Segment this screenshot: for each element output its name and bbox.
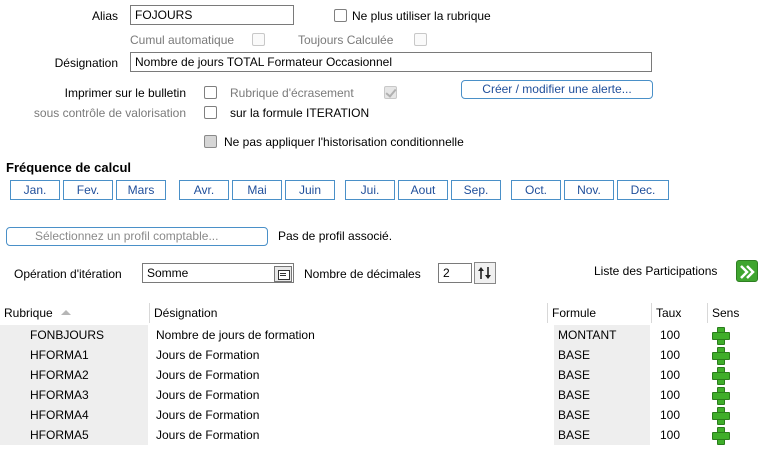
plus-icon[interactable]	[712, 427, 730, 445]
col-rubrique-header[interactable]: Rubrique	[0, 303, 150, 323]
col-formule-header[interactable]: Formule	[548, 303, 652, 323]
nombre-decimales-input[interactable]: 2	[438, 263, 472, 283]
cell-sens	[710, 365, 770, 385]
operation-iteration-value: Somme	[147, 266, 189, 280]
updown-spinner-icon[interactable]	[474, 262, 496, 284]
designation-input[interactable]: Nombre de jours TOTAL Formateur Occasion…	[130, 52, 652, 72]
cumul-automatique-label: Cumul automatique	[130, 33, 235, 47]
list-picker-icon[interactable]	[274, 266, 292, 282]
month-fev-button[interactable]: Fev.	[63, 180, 113, 200]
operation-iteration-label: Opération d'itération	[14, 267, 122, 281]
cell-formule: BASE	[554, 425, 650, 445]
cell-formule: BASE	[554, 385, 650, 405]
frequence-title: Fréquence de calcul	[6, 160, 131, 175]
cell-taux: 100	[660, 428, 681, 442]
liste-participations-label: Liste des Participations	[594, 264, 718, 278]
ecrasement-checkbox[interactable]	[384, 86, 397, 99]
cell-designation: Jours de Formation	[156, 368, 260, 382]
operation-iteration-combo[interactable]: Somme	[142, 263, 294, 283]
month-nov-button[interactable]: Nov.	[564, 180, 614, 200]
col-designation-header[interactable]: Désignation	[150, 303, 548, 323]
plus-icon[interactable]	[712, 347, 730, 365]
table-row[interactable]: HFORMA3 Jours de Formation BASE 100	[0, 385, 774, 405]
select-profil-button[interactable]: Sélectionnez un profil comptable...	[6, 227, 268, 246]
cell-formule: MONTANT	[554, 325, 650, 345]
cell-taux: 100	[660, 348, 681, 362]
cell-designation: Jours de Formation	[156, 348, 260, 362]
cell-designation: Jours de Formation	[156, 388, 260, 402]
profil-status: Pas de profil associé.	[278, 229, 393, 243]
month-jan-button[interactable]: Jan.	[10, 180, 60, 200]
alias-input[interactable]: FOJOURS	[130, 5, 294, 25]
cell-designation: Nombre de jours de formation	[156, 328, 315, 342]
ne-plus-utiliser-label: Ne plus utiliser la rubrique	[352, 9, 491, 23]
plus-icon[interactable]	[712, 367, 730, 385]
month-aout-button[interactable]: Aout	[398, 180, 448, 200]
historisation-label: Ne pas appliquer l'historisation conditi…	[224, 135, 464, 149]
cell-rubrique: HFORMA4	[0, 405, 148, 425]
cell-rubrique: FONBJOURS	[0, 325, 148, 345]
cell-formule: BASE	[554, 405, 650, 425]
ne-plus-utiliser-checkbox[interactable]	[334, 9, 347, 22]
month-oct-button[interactable]: Oct.	[511, 180, 561, 200]
cell-sens	[710, 425, 770, 445]
cell-rubrique: HFORMA2	[0, 365, 148, 385]
cell-sens	[710, 405, 770, 425]
cell-formule: BASE	[554, 365, 650, 385]
cell-formule: BASE	[554, 345, 650, 365]
historisation-checkbox[interactable]	[204, 135, 217, 148]
table-row[interactable]: HFORMA4 Jours de Formation BASE 100	[0, 405, 774, 425]
month-mars-button[interactable]: Mars	[116, 180, 166, 200]
cell-designation: Jours de Formation	[156, 428, 260, 442]
creer-alerte-button[interactable]: Créer / modifier une alerte...	[461, 80, 653, 99]
alias-label: Alias	[91, 9, 118, 23]
cell-taux: 100	[660, 408, 681, 422]
table-row[interactable]: HFORMA1 Jours de Formation BASE 100	[0, 345, 774, 365]
imprimer-label: Imprimer sur le bulletin	[64, 86, 186, 100]
month-avr-button[interactable]: Avr.	[179, 180, 229, 200]
month-mai-button[interactable]: Mai	[232, 180, 282, 200]
cell-rubrique: HFORMA1	[0, 345, 148, 365]
table-row[interactable]: FONBJOURS Nombre de jours de formation M…	[0, 325, 774, 345]
designation-label: Désignation	[54, 56, 118, 70]
cell-rubrique: HFORMA5	[0, 425, 148, 445]
imprimer-checkbox[interactable]	[204, 86, 217, 99]
nombre-decimales-label: Nombre de décimales	[304, 267, 421, 281]
cell-designation: Jours de Formation	[156, 408, 260, 422]
cell-rubrique: HFORMA3	[0, 385, 148, 405]
cell-taux: 100	[660, 388, 681, 402]
ecrasement-label: Rubrique d'écrasement	[230, 86, 354, 100]
plus-icon[interactable]	[712, 407, 730, 425]
sous-controle-checkbox[interactable]	[204, 106, 217, 119]
month-jui-button[interactable]: Jui.	[345, 180, 395, 200]
table-row[interactable]: HFORMA2 Jours de Formation BASE 100	[0, 365, 774, 385]
col-taux-header[interactable]: Taux	[652, 303, 708, 323]
col-sens-header[interactable]: Sens	[708, 303, 770, 323]
toujours-calculee-label: Toujours Calculée	[298, 33, 394, 47]
cell-sens	[710, 385, 770, 405]
month-sep-button[interactable]: Sep.	[451, 180, 501, 200]
month-juin-button[interactable]: Juin	[285, 180, 335, 200]
sous-controle-label: sous contrôle de valorisation	[33, 106, 186, 120]
toujours-calculee-checkbox[interactable]	[414, 33, 427, 46]
cell-taux: 100	[660, 328, 681, 342]
sort-ascending-icon	[60, 310, 71, 315]
cell-taux: 100	[660, 368, 681, 382]
plus-icon[interactable]	[712, 387, 730, 405]
cumul-automatique-checkbox[interactable]	[252, 33, 265, 46]
cell-sens	[710, 325, 770, 345]
table-row[interactable]: HFORMA5 Jours de Formation BASE 100	[0, 425, 774, 445]
cell-sens	[710, 345, 770, 365]
month-dec-button[interactable]: Dec.	[617, 180, 669, 200]
plus-icon[interactable]	[712, 327, 730, 345]
iteration-formula-label: sur la formule ITERATION	[230, 106, 370, 120]
table-header: Rubrique Désignation Formule Taux Sens	[0, 303, 774, 323]
double-chevron-right-icon[interactable]	[736, 260, 758, 282]
